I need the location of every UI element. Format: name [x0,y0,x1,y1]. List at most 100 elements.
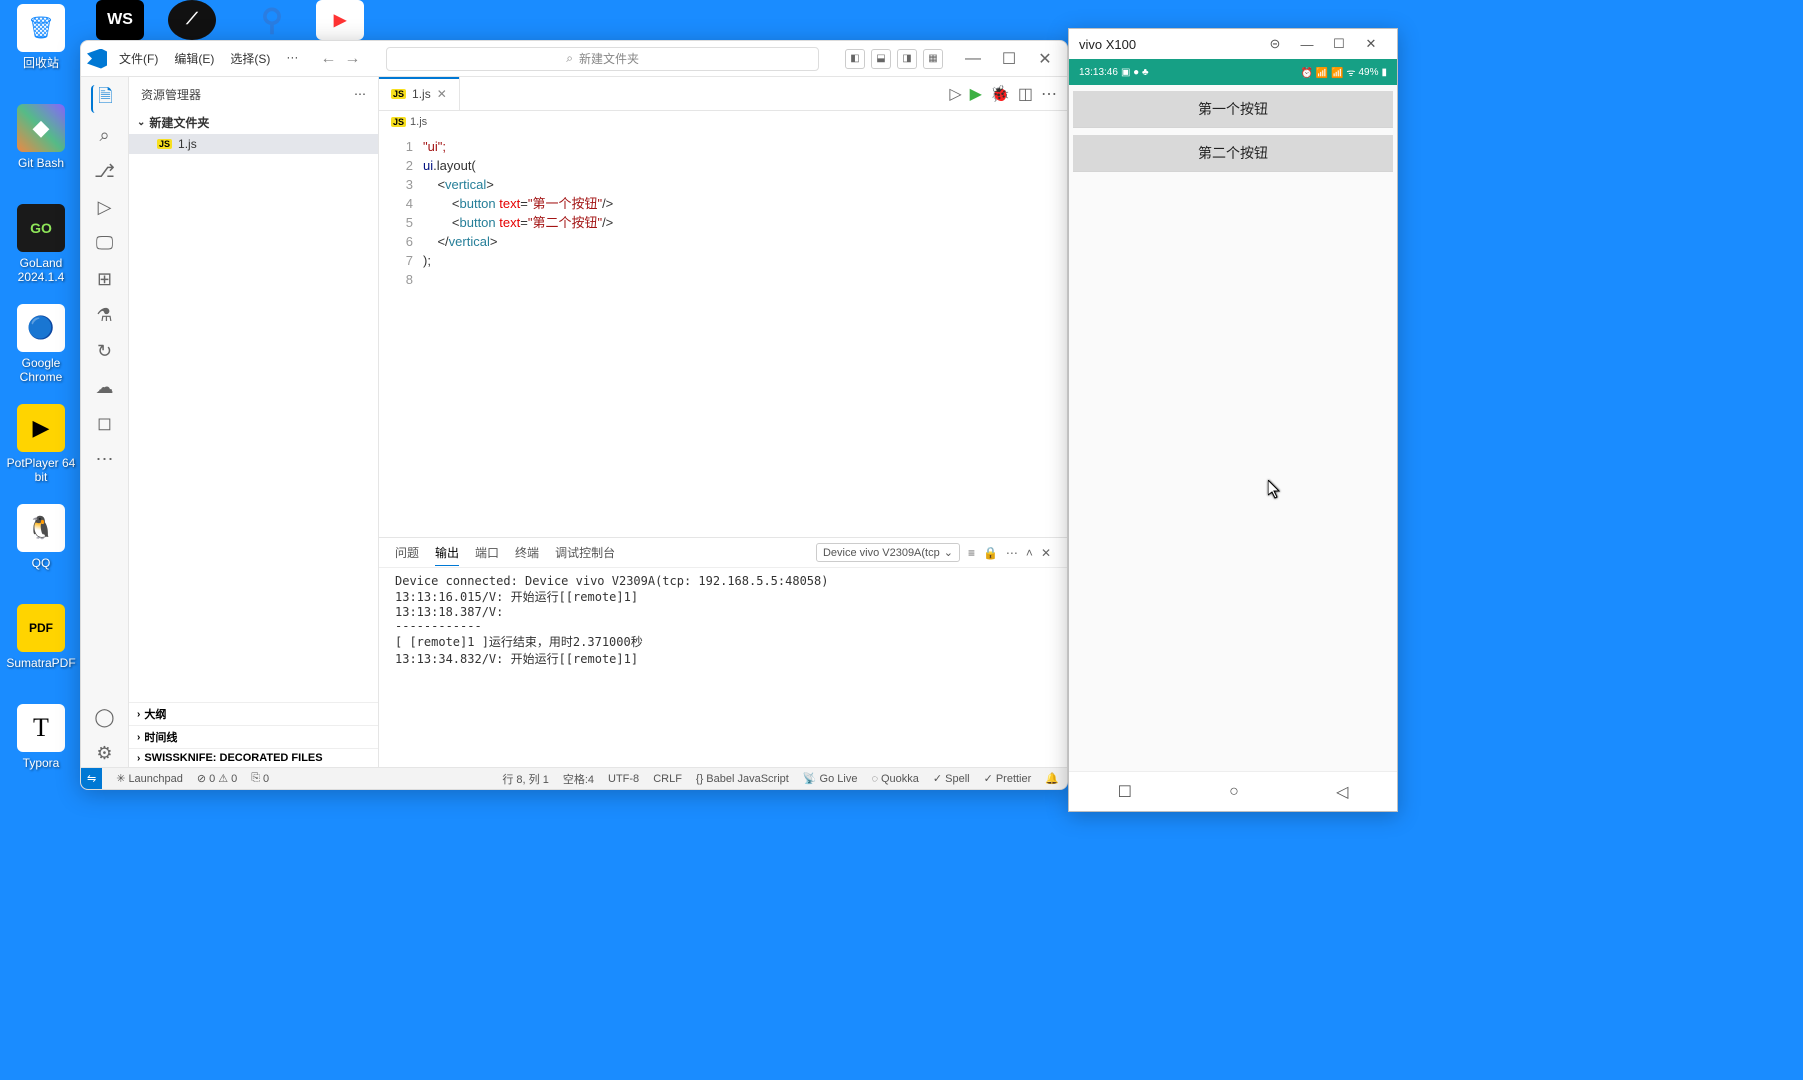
desktop-icon-sumatrapdf[interactable]: PDFSumatraPDF [3,604,79,670]
search-icon: ⌕ [566,51,573,66]
phone-titlebar: vivo X100 ⊝ — ☐ ✕ [1069,29,1397,59]
status-quokka[interactable]: ◌ Quokka [871,771,918,787]
section-outline[interactable]: ›大纲 [129,702,378,725]
panel-more-icon[interactable]: ⋯ [1006,546,1018,560]
explorer-more-icon[interactable]: ⋯ [354,87,366,101]
vscode-window: 文件(F) 编辑(E) 选择(S) ··· ← → ⌕ 新建文件夹 ◧ ⬓ ◨ … [80,40,1068,790]
phone-time: 13:13:46 [1079,67,1118,78]
status-ports[interactable]: ⎘ 0 [251,772,269,785]
desktop-icon-typora[interactable]: TTypora [3,704,79,770]
code-editor[interactable]: 12345678 "ui"; ui.layout( <vertical> <bu… [379,133,1067,537]
phone-title: vivo X100 [1079,37,1136,52]
status-golive[interactable]: 📡 Go Live [803,771,858,787]
top-app-3[interactable]: ⚲ [248,0,296,40]
panel-tab-debug[interactable]: 调试控制台 [555,540,615,565]
status-spell[interactable]: ✓ Spell [933,771,970,787]
activity-search-icon[interactable]: ⌕ [91,121,119,149]
nav-back-icon[interactable]: ← [320,50,336,68]
tab-close-icon[interactable]: ✕ [437,87,447,101]
status-cursor-pos[interactable]: 行 8, 列 1 [502,771,548,787]
status-bell-icon[interactable]: 🔔 [1045,771,1059,787]
menu-more[interactable]: ··· [280,48,304,69]
activity-remote-icon[interactable]: 🖵 [91,229,119,257]
file-item[interactable]: JS1.js [129,134,378,154]
editor-more-icon[interactable]: ⋯ [1041,84,1057,104]
status-problems[interactable]: ⊘ 0 ⚠ 0 [197,772,237,785]
split-editor-icon[interactable]: ◫ [1018,84,1033,104]
filter-icon[interactable]: ≡ [968,546,975,560]
desktop-icon-chrome[interactable]: 🔵Google Chrome [3,304,79,385]
panel-close-icon[interactable]: ✕ [1041,546,1051,560]
chevron-right-icon: › [137,753,140,764]
layout-grid-icon[interactable]: ▦ [923,49,943,69]
tab-file[interactable]: JS 1.js ✕ [379,77,460,110]
status-encoding[interactable]: UTF-8 [608,771,639,787]
panel-collapse-icon[interactable]: ˄ [1026,546,1033,560]
activity-timeline-icon[interactable]: ↻ [91,337,119,365]
activity-settings-icon[interactable]: ⚙ [91,739,119,767]
activity-overflow-icon[interactable]: ⋯ [91,445,119,473]
panel-tab-problems[interactable]: 问题 [395,540,419,565]
top-app-webstorm[interactable]: WS [96,0,144,40]
layout-bottom-icon[interactable]: ⬓ [871,49,891,69]
lock-icon[interactable]: 🔒 [983,546,998,560]
status-prettier[interactable]: ✓ Prettier [984,771,1032,787]
chevron-down-icon: ⌄ [137,117,145,128]
phone-close-icon[interactable]: ✕ [1355,36,1387,52]
phone-maximize-icon[interactable]: ☐ [1323,36,1355,52]
menu-file[interactable]: 文件(F) [113,48,164,69]
maximize-icon[interactable]: ☐ [993,45,1025,73]
phone-button-2[interactable]: 第二个按钮 [1073,135,1393,171]
desktop-icon-recycle[interactable]: 🗑回收站 [3,4,79,70]
activity-cloud-icon[interactable]: ☁ [91,373,119,401]
layout-right-icon[interactable]: ◨ [897,49,917,69]
desktop-icon-gitbash[interactable]: ◆Git Bash [3,104,79,170]
top-app-2[interactable]: ⟋ [168,0,216,40]
panel-tab-ports[interactable]: 端口 [475,540,499,565]
activity-bookmark-icon[interactable]: ◻ [91,409,119,437]
folder-root[interactable]: ⌄新建文件夹 [129,111,378,134]
desktop-icon-goland[interactable]: GOGoLand 2024.1.4 [3,204,79,285]
activity-account-icon[interactable]: ◯ [91,703,119,731]
activity-testing-icon[interactable]: ⚗ [91,301,119,329]
status-eol[interactable]: CRLF [653,771,682,787]
nav-home-icon[interactable]: ○ [1229,783,1239,801]
status-indent[interactable]: 空格:4 [563,771,594,787]
close-icon[interactable]: ✕ [1029,45,1061,73]
section-swissknife[interactable]: ›SWISSKNIFE: DECORATED FILES [129,748,378,767]
activity-extensions-icon[interactable]: ⊞ [91,265,119,293]
debug-icon[interactable]: 🐞 [990,84,1010,104]
vscode-logo-icon [87,49,107,69]
run-icon[interactable]: ▷ [949,84,961,104]
panel-tab-output[interactable]: 输出 [435,540,459,566]
activity-scm-icon[interactable]: ⎇ [91,157,119,185]
phone-button-1[interactable]: 第一个按钮 [1073,91,1393,127]
command-center[interactable]: ⌕ 新建文件夹 [386,47,819,71]
status-language[interactable]: {} Babel JavaScript [696,771,789,787]
layout-left-icon[interactable]: ◧ [845,49,865,69]
output-channel-select[interactable]: Device vivo V2309A(tcp⌄ [816,543,960,562]
desktop-icon-qq[interactable]: 🐧QQ [3,504,79,570]
phone-settings-icon[interactable]: ⊝ [1259,36,1291,52]
desktop-icon-potplayer[interactable]: ▶PotPlayer 64 bit [3,404,79,485]
menu-select[interactable]: 选择(S) [224,48,276,69]
phone-navbar: ☐ ○ ◁ [1069,771,1397,811]
nav-back-icon[interactable]: ◁ [1336,782,1348,802]
section-timeline[interactable]: ›时间线 [129,725,378,748]
activity-explorer-icon[interactable]: 🗎 [91,85,119,113]
output-body[interactable]: Device connected: Device vivo V2309A(tcp… [379,568,1067,767]
nav-recent-icon[interactable]: ☐ [1118,782,1132,802]
breadcrumb[interactable]: JS 1.js [379,111,1067,133]
bottom-panel: 问题 输出 端口 终端 调试控制台 Device vivo V2309A(tcp… [379,537,1067,767]
activity-run-icon[interactable]: ▷ [91,193,119,221]
status-remote[interactable]: ⇋ [81,768,102,789]
phone-minimize-icon[interactable]: — [1291,37,1323,52]
nav-forward-icon[interactable]: → [344,50,360,68]
minimize-icon[interactable]: — [957,45,989,73]
panel-tab-terminal[interactable]: 终端 [515,540,539,565]
status-launchpad[interactable]: ✳ Launchpad [116,772,183,785]
top-app-4[interactable]: ▶ [316,0,364,40]
run-green-icon[interactable]: ▶ [970,84,982,104]
activity-bar: 🗎 ⌕ ⎇ ▷ 🖵 ⊞ ⚗ ↻ ☁ ◻ ⋯ ◯ ⚙ [81,77,129,767]
menu-edit[interactable]: 编辑(E) [168,48,220,69]
